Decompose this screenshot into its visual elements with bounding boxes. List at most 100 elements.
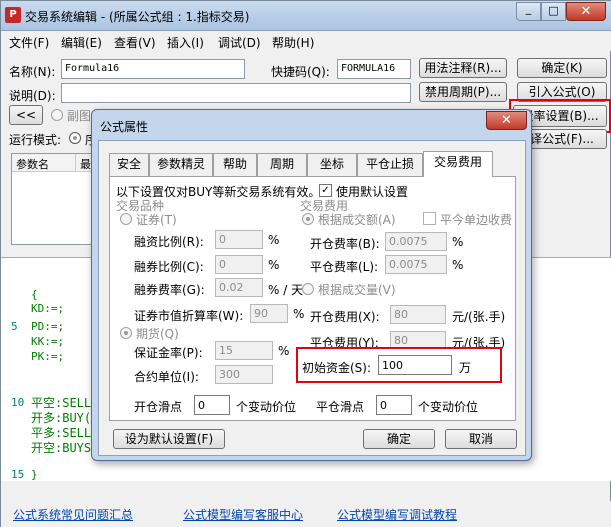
stock-radio[interactable] — [120, 213, 132, 225]
service-center-link[interactable]: 公式模型编写客服中心 — [183, 506, 303, 523]
dialog-ok-button[interactable]: 确定 — [363, 429, 435, 449]
menu-view[interactable]: 查看(V) — [114, 34, 156, 51]
description-field[interactable] — [61, 83, 411, 103]
name-field[interactable]: Formula16 — [61, 59, 245, 79]
tick-unit: 个变动价位 — [418, 400, 479, 414]
tab-help[interactable]: 帮助 — [213, 153, 257, 176]
open-rate-field[interactable]: 0.0075 — [385, 232, 447, 251]
menu-bar: 文件(F) 编辑(E) 查看(V) 插入(I) 调试(D) 帮助(H) — [1, 31, 611, 51]
open-slip-field[interactable]: 0 — [194, 395, 230, 415]
percent-unit: % — [452, 258, 464, 272]
by-amount-radio-label: 根据成交额(A) — [318, 213, 396, 227]
collapse-button[interactable]: << — [9, 105, 43, 125]
tab-stop-loss[interactable]: 平仓止损 — [357, 153, 423, 176]
close-single-checkbox[interactable] — [423, 212, 436, 225]
run-mode-label: 运行模式: — [9, 133, 62, 147]
open-rate-label: 开仓费率(B): — [310, 237, 380, 251]
menu-debug[interactable]: 调试(D) — [218, 34, 261, 51]
percent-unit: % — [278, 344, 290, 358]
contract-unit-field[interactable]: 300 — [215, 365, 273, 384]
tab-security[interactable]: 安全 — [109, 153, 149, 176]
dialog-title: 公式属性 — [100, 120, 149, 134]
line-number: 5 — [11, 320, 18, 333]
percent-unit: % — [268, 258, 280, 272]
securities-fee-label: 融券费率(G): — [134, 283, 205, 297]
percent-unit: % — [452, 235, 464, 249]
margin-field[interactable]: 15 — [215, 341, 273, 360]
margin-label: 保证金率(P): — [134, 346, 203, 360]
tab-trade-fees[interactable]: 交易费用 — [423, 151, 493, 177]
discount-field[interactable]: 90 — [250, 304, 288, 323]
close-rate-label: 平仓费率(L): — [310, 260, 379, 274]
partial-radio-label: 副图 — [67, 109, 92, 123]
shortcut-label: 快捷码(Q): — [271, 65, 330, 79]
use-default-checkbox[interactable]: ✓ — [319, 184, 332, 197]
by-amount-radio[interactable] — [302, 213, 314, 225]
code-line: { — [31, 288, 38, 301]
close-single-label: 平今单边收费 — [440, 213, 513, 227]
title-bar[interactable]: P 交易系统编辑 - (所属公式组 : 1.指标交易) _ □ ✕ — [1, 1, 611, 31]
code-line: PK:=; — [31, 350, 65, 363]
securities-ratio-label: 融券比例(C): — [134, 260, 204, 274]
finance-ratio-field[interactable]: 0 — [215, 230, 263, 249]
maximize-button[interactable]: □ — [541, 2, 566, 21]
formula-properties-dialog: 公式属性 ✕ 安全 参数精灵 帮助 周期 坐标 平仓止损 交易费用 以下设置仅对… — [91, 109, 532, 461]
futures-radio-label: 期货(Q) — [136, 327, 179, 341]
tick-unit: 个变动价位 — [236, 400, 297, 414]
line-number: 10 — [11, 396, 25, 409]
percent-unit: % — [268, 233, 280, 247]
code-line: KK:=; — [31, 335, 65, 348]
tab-axis[interactable]: 坐标 — [307, 153, 357, 176]
description-label: 说明(D): — [9, 89, 56, 103]
open-fee-label: 开仓费用(X): — [310, 310, 380, 324]
finance-ratio-label: 融资比例(R): — [134, 235, 204, 249]
by-volume-radio[interactable] — [302, 283, 314, 295]
partial-radio[interactable] — [51, 109, 63, 121]
bottom-links: 公式系统常见问题汇总 公式模型编写客服中心 公式模型编写调试教程 — [1, 501, 611, 527]
discount-label: 证券市值折算率(W): — [134, 309, 244, 323]
fee-unit: 元/(张.手) — [452, 310, 506, 324]
ok-button[interactable]: 确定(K) — [517, 58, 607, 78]
window-title: 交易系统编辑 - (所属公式组 : 1.指标交易) — [25, 10, 250, 24]
init-capital-highlight — [296, 347, 502, 383]
dialog-cancel-button[interactable]: 取消 — [445, 429, 517, 449]
close-rate-field[interactable]: 0.0075 — [385, 255, 447, 274]
faq-link[interactable]: 公式系统常见问题汇总 — [13, 506, 133, 523]
contract-unit-label: 合约单位(I): — [134, 370, 199, 384]
dialog-body: 安全 参数精灵 帮助 周期 坐标 平仓止损 交易费用 以下设置仅对BUY等新交易… — [98, 140, 526, 456]
percent-per-day-unit: % / 天 — [268, 283, 304, 297]
stock-radio-label: 证券(T) — [136, 213, 177, 227]
menu-insert[interactable]: 插入(I) — [167, 34, 204, 51]
line-number: 15 — [11, 468, 25, 481]
menu-edit[interactable]: 编辑(E) — [61, 34, 102, 51]
code-line: } — [31, 468, 38, 481]
dialog-close-button[interactable]: ✕ — [486, 111, 527, 130]
shortcut-field[interactable]: FORMULA16 — [337, 59, 411, 79]
open-fee-field[interactable]: 80 — [390, 305, 446, 324]
usage-notes-button[interactable]: 用法注释(R)... — [419, 58, 507, 78]
app-icon: P — [5, 7, 21, 23]
name-label: 名称(N): — [9, 65, 56, 79]
code-line: KD:=; — [31, 302, 65, 315]
code-line: 开空:BUYS — [31, 441, 92, 455]
close-slip-field[interactable]: 0 — [376, 395, 412, 415]
menu-help[interactable]: 帮助(H) — [272, 34, 314, 51]
open-slip-label: 开仓滑点 — [134, 400, 183, 414]
by-volume-radio-label: 根据成交量(V) — [318, 283, 396, 297]
param-col-name: 参数名 — [12, 154, 76, 172]
menu-file[interactable]: 文件(F) — [9, 34, 49, 51]
tab-param-wizard[interactable]: 参数精灵 — [149, 153, 213, 176]
minimize-button[interactable]: _ — [516, 2, 541, 21]
futures-radio[interactable] — [120, 327, 132, 339]
percent-unit: % — [293, 307, 305, 321]
code-line: PD:=; — [31, 320, 65, 333]
set-default-button[interactable]: 设为默认设置(F) — [113, 429, 225, 449]
securities-fee-field[interactable]: 0.02 — [215, 278, 263, 297]
close-button[interactable]: ✕ — [566, 2, 606, 21]
disable-period-button[interactable]: 禁用周期(P)... — [419, 82, 507, 102]
securities-ratio-field[interactable]: 0 — [215, 255, 263, 274]
tutorial-link[interactable]: 公式模型编写调试教程 — [337, 506, 457, 523]
tab-period[interactable]: 周期 — [257, 153, 307, 176]
run-mode-radio[interactable] — [69, 132, 81, 144]
close-slip-label: 平仓滑点 — [316, 400, 365, 414]
